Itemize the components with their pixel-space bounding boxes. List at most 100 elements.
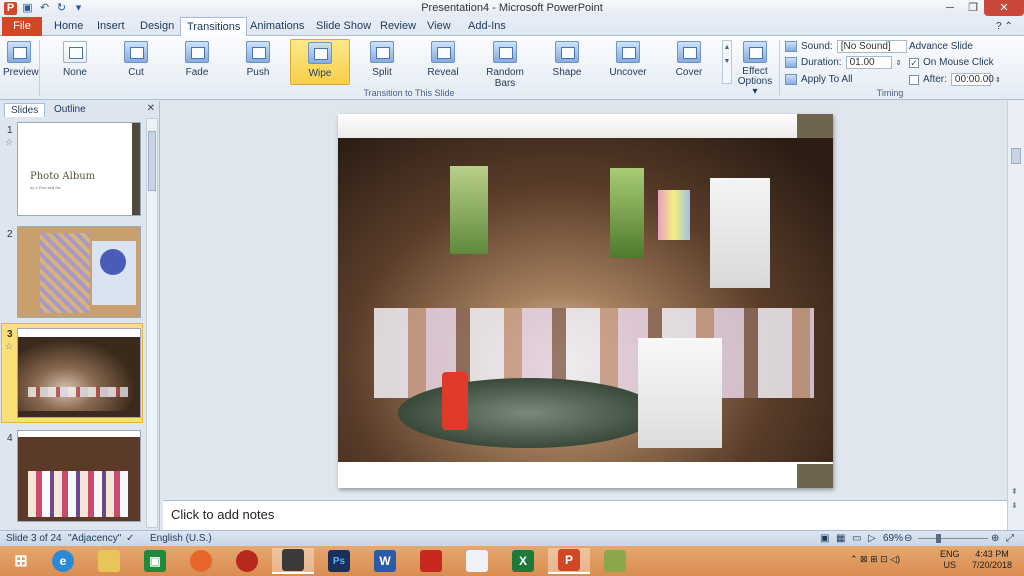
tab-home[interactable]: Home [48, 17, 89, 36]
spelling-check-icon[interactable]: ✓ [126, 533, 134, 544]
ribbon-tabs: File Home Insert Design Transitions Anim… [0, 17, 1024, 37]
fit-to-window-icon[interactable]: ⤢ [1006, 533, 1014, 544]
duration-label: Duration: [801, 57, 842, 68]
close-button[interactable]: ✕ [984, 0, 1024, 16]
shape-transition-icon [555, 41, 579, 63]
transition-cover[interactable]: Cover [660, 39, 718, 85]
slide-counter: Slide 3 of 24 [6, 533, 62, 544]
prev-slide-icon[interactable]: ⇞ [1011, 487, 1018, 496]
split-transition-icon [370, 41, 394, 63]
slide-number: 1 [7, 125, 13, 136]
on-mouse-click-checkbox[interactable]: ✓ [909, 57, 919, 68]
app-window-taskbar[interactable] [456, 548, 498, 574]
apply-all-button[interactable]: Apply To All [785, 72, 853, 87]
photoshop-icon: Ps [328, 550, 350, 572]
powerpoint-taskbar[interactable]: P [548, 548, 590, 574]
transition-reveal[interactable]: Reveal [414, 39, 472, 85]
start-button[interactable]: ⊞ [0, 548, 42, 574]
clock[interactable]: 4:43 PM 7/20/2018 [968, 549, 1016, 571]
close-pane-icon[interactable]: ✕ [147, 103, 155, 114]
duration-spinner[interactable]: ⇕ [896, 59, 902, 67]
tab-view[interactable]: View [421, 17, 457, 36]
sound-dropdown[interactable]: [No Sound] [836, 40, 907, 53]
slide-sorter-icon[interactable]: ▦ [836, 533, 845, 544]
wipe-transition-icon [308, 42, 332, 64]
word-taskbar[interactable]: W [364, 548, 406, 574]
duration-input[interactable]: 01.00 [845, 56, 892, 69]
pane-scrollbar[interactable] [146, 118, 158, 528]
input-language[interactable]: ENG US [940, 549, 960, 571]
transition-wipe[interactable]: Wipe [290, 39, 350, 85]
slides-pane: Slides Outline ✕ 1 ☆ Photo Album by a Pa… [0, 101, 160, 530]
normal-view-icon[interactable]: ▣ [820, 533, 829, 544]
internet-explorer-taskbar[interactable]: e [42, 548, 84, 574]
slide-number: 3 [7, 329, 13, 340]
tab-animations[interactable]: Animations [244, 17, 310, 36]
sound-icon [785, 41, 797, 52]
tab-add-ins[interactable]: Add-Ins [462, 17, 512, 36]
transition-push[interactable]: Push [229, 39, 287, 85]
tab-slides[interactable]: Slides [4, 103, 46, 117]
notes-placeholder: Click to add notes [171, 507, 275, 522]
file-explorer-taskbar[interactable] [88, 548, 130, 574]
firefox-taskbar[interactable] [180, 548, 222, 574]
transition-fade[interactable]: Fade [168, 39, 226, 85]
group-label-transitions: Transition to This Slide [363, 88, 455, 98]
transition-split[interactable]: Split [353, 39, 411, 85]
pane-scroll-thumb[interactable] [148, 131, 156, 191]
app-green-taskbar[interactable] [594, 548, 636, 574]
zoom-out-icon[interactable]: ⊖ [904, 533, 912, 544]
transition-uncover[interactable]: Uncover [599, 39, 657, 85]
transition-random-bars[interactable]: Random Bars [475, 39, 535, 89]
help-icon[interactable]: ? ⌃ [990, 17, 1019, 36]
thumb-band [18, 431, 140, 437]
zoom-slider-thumb[interactable] [936, 534, 941, 543]
after-checkbox[interactable] [909, 74, 919, 85]
next-slide-icon[interactable]: ⇟ [1011, 501, 1018, 510]
tab-transitions[interactable]: Transitions [180, 17, 248, 37]
transition-label: Cover [675, 67, 703, 78]
tab-review[interactable]: Review [374, 17, 422, 36]
tab-file[interactable]: File [2, 17, 42, 36]
language-status[interactable]: English (U.S.) [150, 533, 212, 544]
gallery-scroll[interactable]: ▲ ▼ [722, 40, 732, 84]
transition-none[interactable]: None [46, 39, 104, 85]
sound-label: Sound: [801, 41, 833, 52]
zoom-in-icon[interactable]: ⊕ [991, 533, 999, 544]
slide-thumbnail-4[interactable] [17, 430, 141, 522]
zoom-level[interactable]: 69% [883, 533, 903, 544]
app-red-taskbar[interactable] [226, 548, 268, 574]
acrobat-taskbar[interactable] [410, 548, 452, 574]
tray-icons[interactable]: ⌃ ⊠ ⊞ ⊡ ◁) [850, 554, 900, 565]
preview-button[interactable]: Preview [3, 39, 39, 85]
slide-thumbnail-3[interactable] [17, 328, 141, 418]
slide-scrollbar[interactable]: ⇞ ⇟ [1007, 101, 1024, 530]
zoom-slider-track[interactable] [918, 538, 988, 539]
slide-corner-accent [797, 464, 833, 488]
photoshop-taskbar[interactable]: Ps [318, 548, 360, 574]
tab-outline[interactable]: Outline [48, 103, 92, 117]
store-taskbar[interactable]: ▣ [134, 548, 176, 574]
tab-design[interactable]: Design [134, 17, 180, 36]
notes-pane[interactable]: Click to add notes [163, 500, 1007, 530]
excel-taskbar[interactable]: X [502, 548, 544, 574]
maximize-button[interactable]: ❐ [962, 0, 984, 16]
transition-shape[interactable]: Shape [538, 39, 596, 85]
internet-explorer-icon: e [52, 550, 74, 572]
tab-slide-show[interactable]: Slide Show [310, 17, 377, 36]
current-slide[interactable] [338, 114, 833, 488]
slide-thumbnail-1[interactable]: Photo Album by a Paw Wai Na [17, 122, 141, 216]
after-input[interactable]: 00:00.00 [950, 73, 994, 86]
slide-thumbnail-2[interactable] [17, 226, 141, 318]
minimize-button[interactable]: ─ [939, 0, 961, 16]
slide-scroll-thumb[interactable] [1011, 148, 1021, 164]
circle-emblem [100, 249, 126, 275]
none-transition-icon [63, 41, 87, 63]
reading-view-icon[interactable]: ▭ [852, 533, 861, 544]
slideshow-icon[interactable]: ▷ [868, 533, 876, 544]
tab-insert[interactable]: Insert [91, 17, 131, 36]
transition-cut[interactable]: Cut [107, 39, 165, 85]
effect-options-button[interactable]: Effect Options ▾ [736, 39, 774, 97]
app-tool-taskbar[interactable] [272, 548, 314, 574]
after-spinner[interactable]: ⇕ [995, 76, 1001, 84]
